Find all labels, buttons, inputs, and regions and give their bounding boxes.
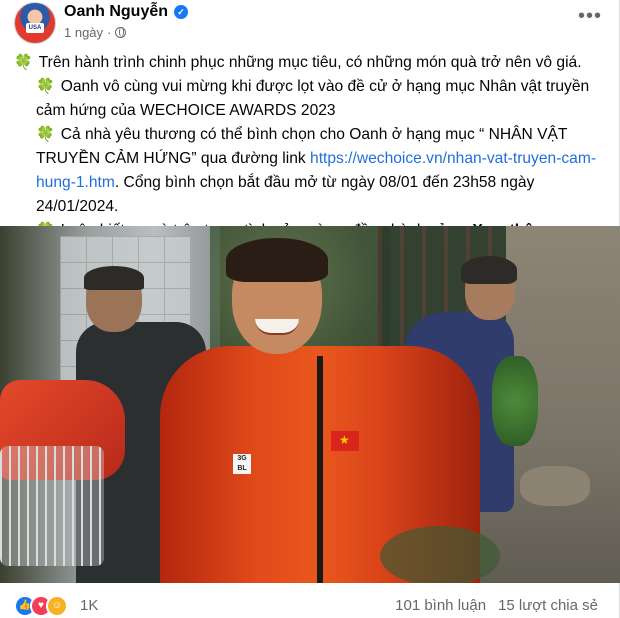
post-photo[interactable]: 3G BL xyxy=(0,226,620,583)
engagement-counts: 101 bình luận 15 lượt chia sẻ xyxy=(395,597,598,614)
post-header: USA Oanh Nguyễn ✓ 1 ngày · ••• xyxy=(12,0,608,46)
post-line-2: 🍀 Oanh vô cùng vui mừng khi được lọt vào … xyxy=(36,78,590,119)
clover-icon: 🍀 xyxy=(36,126,55,143)
care-icon: ☺ xyxy=(46,595,68,617)
reactions[interactable]: 👍 ♥ ☺ xyxy=(14,595,68,617)
verified-badge-icon: ✓ xyxy=(174,5,189,19)
post-time[interactable]: 1 ngày xyxy=(64,25,103,40)
post-line-3: 🍀 Cả nhà yêu thương có thể bình chọn cho … xyxy=(36,126,597,215)
reaction-count[interactable]: 1K xyxy=(80,597,98,614)
comment-count[interactable]: 101 bình luận xyxy=(395,597,486,614)
vietnam-flag-icon xyxy=(331,431,359,451)
clover-icon: 🍀 xyxy=(36,78,55,95)
post-footer: 👍 ♥ ☺ 1K 101 bình luận 15 lượt chia sẻ xyxy=(14,591,606,617)
post-line-1: 🍀 Trên hành trình chinh phục những mục ti… xyxy=(14,54,582,71)
avatar[interactable]: USA xyxy=(14,2,56,44)
share-count[interactable]: 15 lượt chia sẻ xyxy=(498,597,598,614)
post-card: USA Oanh Nguyễn ✓ 1 ngày · ••• 🍀 Trên hàn… xyxy=(0,0,620,618)
post-meta: 1 ngày · xyxy=(64,25,127,40)
jacket-logo: 3G BL xyxy=(233,454,251,474)
clover-icon: 🍀 xyxy=(14,54,33,71)
bird-cage xyxy=(0,446,104,566)
globe-icon[interactable] xyxy=(115,27,127,38)
avatar-bib: USA xyxy=(26,23,44,33)
more-options-button[interactable]: ••• xyxy=(578,6,602,26)
cat xyxy=(520,466,590,506)
author-row: Oanh Nguyễn ✓ xyxy=(64,3,189,21)
post-text: 🍀 Trên hành trình chinh phục những mục ti… xyxy=(14,51,606,243)
author-name[interactable]: Oanh Nguyễn xyxy=(64,3,168,21)
